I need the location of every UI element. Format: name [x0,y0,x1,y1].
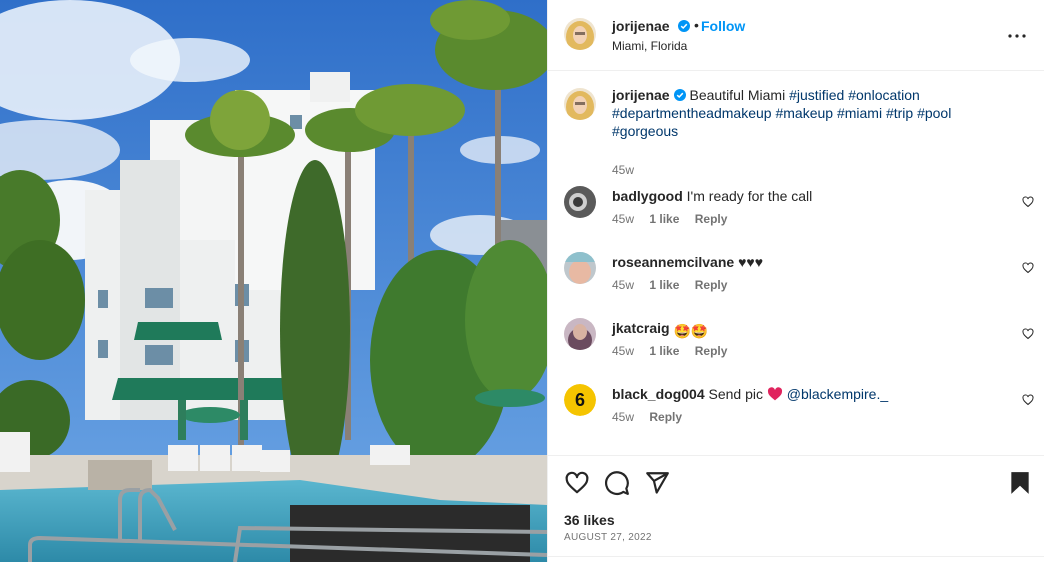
post-details-panel: jorijenae • Follow Miami, Florida jorije… [547,0,1044,562]
comment-username[interactable]: roseannemcilvane [612,254,734,270]
reply-button[interactable]: Reply [649,410,682,424]
reply-button[interactable]: Reply [695,278,728,292]
commenter-avatar[interactable]: 6 [564,384,596,416]
red-heart-emoji-icon [767,387,782,401]
hashtag-link[interactable]: #justified [789,87,844,103]
post-actions: 36 likes AUGUST 27, 2022 [548,455,1044,562]
comment-username[interactable]: black_dog004 [612,386,705,402]
comment-text: jkatcraig 🤩🤩 [612,319,708,340]
caption-body: Beautiful Miami [689,87,786,103]
comment-heart-icon[interactable] [1022,196,1034,208]
instagram-post-modal: jorijenae • Follow Miami, Florida jorije… [0,0,1044,562]
comment-heart-icon[interactable] [1022,328,1034,340]
hashtag-link[interactable]: #onlocation [848,87,920,103]
separator-dot: • [694,17,699,33]
svg-text:6: 6 [575,390,585,410]
comment-item: jkatcraig 🤩🤩 45w 1 like Reply [564,318,1034,378]
comment-body: 🤩🤩 [673,323,709,339]
comment-item: roseannemcilvane ♥♥♥ 45w 1 like Reply [564,252,1034,312]
share-icon[interactable] [644,470,670,496]
author-avatar[interactable] [564,18,596,50]
comment-likes[interactable]: 1 like [649,344,679,358]
comment-username[interactable]: badlygood [612,188,683,204]
comment-body: I'm ready for the call [686,188,813,204]
divider [548,556,1044,557]
post-date[interactable]: AUGUST 27, 2022 [564,532,652,543]
hashtag-link[interactable]: #departmentheadmakeup [612,105,772,121]
follow-button[interactable]: Follow [701,18,745,34]
comment-likes[interactable]: 1 like [649,278,679,292]
comment-icon[interactable] [604,470,630,496]
comment-text: badlygood I'm ready for the call [612,187,812,205]
comment-text: black_dog004 Send pic @blackempire._ [612,385,888,403]
more-options-icon[interactable] [1005,24,1029,48]
bookmark-icon[interactable] [1007,470,1033,496]
verified-badge-icon [678,20,690,32]
reply-button[interactable]: Reply [695,344,728,358]
post-photo[interactable] [0,0,547,562]
comment-text: roseannemcilvane ♥♥♥ [612,253,763,271]
comment-time[interactable]: 45w [612,344,634,358]
heart-icon[interactable] [564,470,590,496]
comment-time[interactable]: 45w [612,278,634,292]
hashtag-link[interactable]: #gorgeous [612,123,678,139]
comment-body: ♥♥♥ [738,254,763,270]
caption-timestamp[interactable]: 45w [612,163,634,177]
hashtag-link[interactable]: #pool [917,105,951,121]
likes-count[interactable]: 36 likes [564,512,615,528]
comment-heart-icon[interactable] [1022,394,1034,406]
verified-badge-icon [673,89,686,101]
commenter-avatar[interactable] [564,252,596,284]
author-username[interactable]: jorijenae [612,18,670,34]
caption-avatar[interactable] [564,88,596,120]
caption-username[interactable]: jorijenae [612,87,670,103]
comment-meta: 45w Reply [612,410,694,424]
post-location[interactable]: Miami, Florida [612,39,687,53]
comment-heart-icon[interactable] [1022,262,1034,274]
commenter-avatar[interactable] [564,318,596,350]
hashtag-link[interactable]: #miami [837,105,882,121]
reply-button[interactable]: Reply [695,212,728,226]
comments-list[interactable]: jorijenae Beautiful Miami #justified #on… [548,72,1044,454]
comment-username[interactable]: jkatcraig [612,320,670,336]
comment-time[interactable]: 45w [612,410,634,424]
miami-hotel-pool-photo [0,0,547,562]
post-header: jorijenae • Follow Miami, Florida [548,0,1044,71]
comment-likes[interactable]: 1 like [649,212,679,226]
comment-meta: 45w 1 like Reply [612,278,739,292]
comment-meta: 45w 1 like Reply [612,212,739,226]
comment-item: badlygood I'm ready for the call 45w 1 l… [564,186,1034,246]
comment-meta: 45w 1 like Reply [612,344,739,358]
mention-link[interactable]: @blackempire._ [787,386,888,402]
comment-item: 6 black_dog004 Send pic @blackempire._ 4… [564,384,1034,444]
commenter-avatar[interactable] [564,186,596,218]
hashtag-link[interactable]: #makeup [775,105,833,121]
hashtag-link[interactable]: #trip [886,105,913,121]
caption-text: jorijenae Beautiful Miami #justified #on… [612,86,1022,140]
comment-body: Send pic [708,386,763,402]
comment-time[interactable]: 45w [612,212,634,226]
